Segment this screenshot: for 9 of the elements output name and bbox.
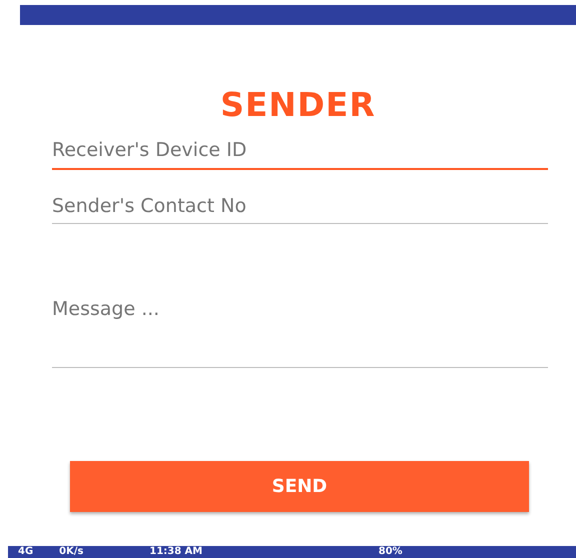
text-field[interactable]: Sender's Contact No: [52, 192, 548, 224]
text-field[interactable]: Receiver's Device ID: [52, 136, 548, 170]
data-speed: 0K/s: [59, 546, 84, 558]
network-label: 4G: [18, 546, 34, 558]
send-button[interactable]: SEND: [70, 461, 529, 512]
message-field[interactable]: Message ...: [52, 298, 548, 368]
page-title: SENDER: [219, 85, 377, 124]
battery-level: 80%: [378, 546, 402, 558]
clock: 11:38 AM: [149, 546, 202, 558]
